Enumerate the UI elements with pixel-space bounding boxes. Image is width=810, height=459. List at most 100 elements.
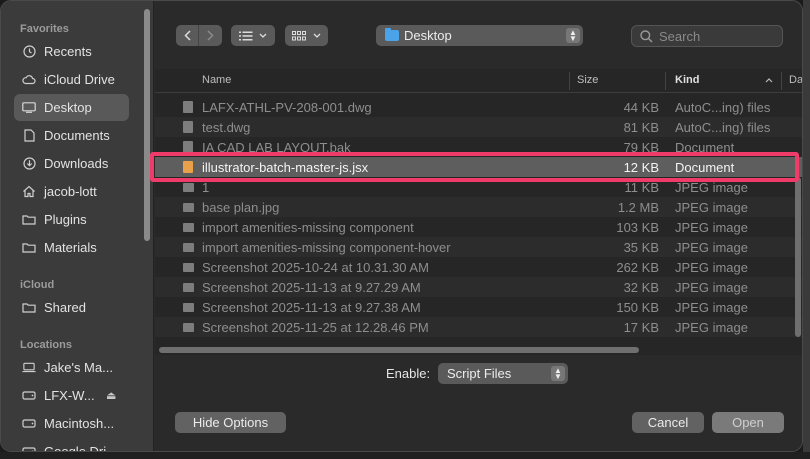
- updown-arrows-icon: ▲ ▼: [566, 28, 580, 43]
- file-name: Screenshot 2025-11-13 at 9.27.38 AM: [202, 300, 421, 315]
- cancel-button[interactable]: Cancel: [632, 412, 704, 433]
- file-row[interactable]: test.dwg 81 KB AutoC...ing) files: [155, 117, 802, 137]
- sidebar-item-documents[interactable]: Documents: [14, 122, 129, 149]
- folder-icon: [22, 241, 36, 255]
- image-file-icon: [183, 183, 194, 192]
- file-name: Screenshot 2025-11-25 at 12.28.46 PM: [202, 320, 429, 335]
- file-name: import amenities-missing component: [202, 220, 414, 235]
- column-name-header[interactable]: Name: [202, 74, 231, 86]
- column-divider[interactable]: [569, 72, 570, 90]
- file-row[interactable]: Screenshot 2025-10-24 at 10.31.30 AM 262…: [155, 257, 802, 277]
- sidebar-item-label: LFX-W...: [44, 388, 95, 403]
- sidebar-scrollbar[interactable]: [144, 9, 150, 241]
- drive-icon: [22, 445, 36, 451]
- column-kind-header[interactable]: Kind: [675, 74, 699, 86]
- search-input[interactable]: [659, 28, 769, 44]
- horizontal-scrollbar[interactable]: [159, 347, 639, 353]
- shared-folder-icon: [22, 301, 36, 315]
- open-button[interactable]: Open: [712, 412, 784, 433]
- chevron-right-icon: [207, 30, 214, 41]
- sidebar-section-favorites: Favorites: [20, 23, 69, 35]
- file-kind: JPEG image: [675, 200, 748, 215]
- file-name: Screenshot 2025-11-13 at 9.27.29 AM: [202, 280, 421, 295]
- column-divider[interactable]: [781, 72, 782, 90]
- sidebar-item-jakes-mac[interactable]: Jake's Ma...: [14, 354, 129, 381]
- laptop-icon: [22, 361, 36, 375]
- file-row[interactable]: import amenities-missing component-hover…: [155, 237, 802, 257]
- file-row[interactable]: Screenshot 2025-11-13 at 9.27.29 AM 32 K…: [155, 277, 802, 297]
- file-name: import amenities-missing component-hover: [202, 240, 451, 255]
- sort-ascending-icon: [765, 78, 773, 83]
- search-field[interactable]: [631, 25, 783, 47]
- sidebar: Favorites Recents iCloud Drive Desktop D…: [1, 1, 154, 451]
- sidebar-section-locations: Locations: [20, 339, 72, 351]
- file-kind: JPEG image: [675, 260, 748, 275]
- enable-filter-value: Script Files: [447, 366, 512, 381]
- file-row[interactable]: Screenshot 2025-11-13 at 9.27.38 AM 150 …: [155, 297, 802, 317]
- sidebar-item-desktop[interactable]: Desktop: [14, 94, 129, 121]
- sidebar-item-recents[interactable]: Recents: [14, 38, 129, 65]
- drive-icon: [22, 417, 36, 431]
- file-kind: JPEG image: [675, 180, 748, 195]
- image-file-icon: [183, 303, 194, 312]
- cloud-icon: [22, 73, 36, 87]
- group-view-button[interactable]: [285, 25, 328, 46]
- nav-buttons: [176, 25, 222, 46]
- sidebar-item-label: Plugins: [44, 212, 87, 227]
- sidebar-item-materials[interactable]: Materials: [14, 234, 129, 261]
- file-row[interactable]: Screenshot 2025-11-25 at 12.28.46 PM 17 …: [155, 317, 802, 337]
- eject-icon[interactable]: ⏏: [106, 389, 116, 402]
- file-size: 32 KB: [623, 280, 659, 295]
- image-file-icon: [183, 263, 194, 272]
- sidebar-item-jacob-lott[interactable]: jacob-lott: [14, 178, 129, 205]
- sidebar-item-downloads[interactable]: Downloads: [14, 150, 129, 177]
- sidebar-item-google-drive[interactable]: Google Dri...: [14, 438, 129, 451]
- file-size: 35 KB: [623, 240, 659, 255]
- search-icon: [640, 29, 653, 42]
- list-view-button[interactable]: [231, 25, 275, 46]
- forward-button[interactable]: [199, 25, 222, 46]
- image-file-icon: [183, 323, 194, 332]
- location-label: Desktop: [404, 28, 452, 43]
- enable-filter-popup[interactable]: Script Files ▲ ▼: [438, 363, 568, 384]
- location-popup[interactable]: Desktop ▲ ▼: [376, 25, 583, 46]
- hide-options-button[interactable]: Hide Options: [175, 412, 286, 433]
- document-icon: [22, 129, 36, 143]
- sidebar-item-label: iCloud Drive: [44, 72, 115, 87]
- sidebar-item-shared[interactable]: Shared: [14, 294, 129, 321]
- home-icon: [22, 185, 36, 199]
- file-row[interactable]: base plan.jpg 1.2 MB JPEG image: [155, 197, 802, 217]
- file-name: 1: [202, 180, 210, 195]
- list-view-icon: [239, 31, 253, 40]
- sidebar-item-macintosh-hd[interactable]: Macintosh...: [14, 410, 129, 437]
- sidebar-item-label: Shared: [44, 300, 86, 315]
- file-size: 262 KB: [616, 260, 659, 275]
- file-size: 103 KB: [616, 220, 659, 235]
- file-kind: JPEG image: [675, 280, 748, 295]
- back-button[interactable]: [176, 25, 199, 46]
- column-size-header[interactable]: Size: [577, 74, 598, 86]
- sidebar-item-icloud-drive[interactable]: iCloud Drive: [14, 66, 129, 93]
- column-date-header[interactable]: Da: [789, 74, 802, 86]
- sidebar-item-label: Documents: [44, 128, 110, 143]
- sidebar-item-plugins[interactable]: Plugins: [14, 206, 129, 233]
- chevron-down-icon: [313, 33, 321, 38]
- background-window-edge: [803, 0, 810, 459]
- file-row[interactable]: LAFX-ATHL-PV-208-001.dwg 44 KB AutoC...i…: [155, 97, 802, 117]
- sidebar-item-label: Desktop: [44, 100, 92, 115]
- drive-icon: [22, 389, 36, 403]
- file-size: 44 KB: [623, 100, 659, 115]
- file-kind: JPEG image: [675, 320, 748, 335]
- file-row[interactable]: import amenities-missing component 103 K…: [155, 217, 802, 237]
- file-size: 1.2 MB: [617, 200, 659, 215]
- vertical-scrollbar[interactable]: [795, 177, 801, 337]
- chevron-left-icon: [183, 30, 191, 41]
- file-name: Screenshot 2025-10-24 at 10.31.30 AM: [202, 260, 429, 275]
- file-size: 11 KB: [624, 180, 659, 195]
- file-name: test.dwg: [202, 120, 251, 135]
- desktop-icon: [22, 101, 36, 115]
- column-divider[interactable]: [665, 72, 666, 90]
- file-kind: AutoC...ing) files: [675, 120, 771, 135]
- file-name: base plan.jpg: [202, 200, 280, 215]
- selection-highlight-annotation: [150, 152, 799, 182]
